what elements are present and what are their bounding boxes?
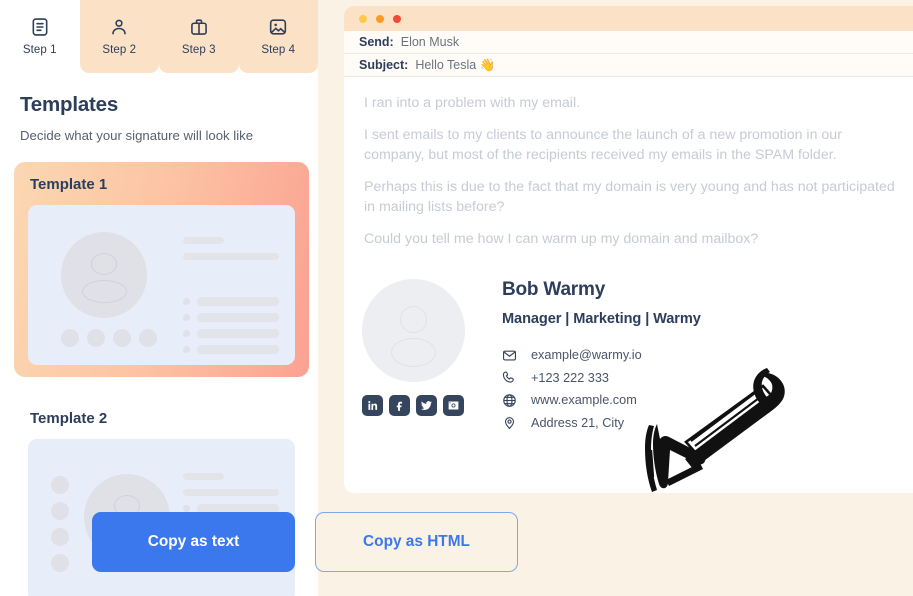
twitter-icon[interactable]: [416, 395, 437, 416]
wireframe-contact-bar: [197, 313, 279, 322]
contact-email[interactable]: example@warmy.io: [502, 344, 701, 367]
action-buttons: Copy as text Copy as HTML: [92, 512, 518, 572]
wireframe-name-bar: [183, 473, 224, 480]
avatar: [362, 279, 465, 382]
contact-website[interactable]: www.example.com: [502, 389, 701, 412]
sidebar: Step 1 Step 2 Step 3 Step 4 Templates De…: [0, 0, 318, 596]
contact-address[interactable]: Address 21, City: [502, 412, 701, 435]
wireframe-social-dot: [51, 528, 69, 546]
facebook-icon[interactable]: [389, 395, 410, 416]
window-dot-orange[interactable]: [376, 14, 384, 23]
step-tab-2[interactable]: Step 2: [79, 0, 159, 73]
app-root: Step 1 Step 2 Step 3 Step 4 Templates De…: [0, 0, 913, 596]
contact-address-text: Address 21, City: [531, 415, 625, 430]
step-tab-3[interactable]: Step 3: [159, 0, 239, 73]
window-dot-red[interactable]: [393, 14, 401, 23]
preview-panel: Send: Elon Musk Subject: Hello Tesla 👋 I…: [318, 0, 913, 596]
wireframe-name-bar: [183, 237, 224, 244]
template-card-1[interactable]: Template 1: [14, 162, 309, 377]
phone-icon: [502, 370, 517, 385]
window-dot-yellow[interactable]: [359, 14, 367, 23]
email-body: I ran into a problem with my email. I se…: [344, 77, 913, 249]
wireframe-contact-bar: [197, 329, 279, 338]
wireframe-avatar: [61, 232, 147, 318]
wireframe-social-dot: [139, 329, 157, 347]
wireframe-role-bar: [183, 489, 279, 496]
social-links: [362, 395, 474, 416]
signature-left: [362, 279, 474, 434]
template-card-1-label: Template 1: [30, 176, 108, 193]
globe-icon: [502, 393, 517, 408]
step-tab-4-label: Step 4: [261, 44, 296, 56]
email-send-row: Send: Elon Musk: [344, 31, 913, 54]
wireframe-role-bar: [183, 253, 279, 260]
signature-contacts: example@warmy.io +123 222 333 www.exampl…: [502, 344, 701, 434]
image-icon: [268, 17, 288, 37]
step-tab-3-label: Step 3: [181, 44, 216, 56]
wireframe-social-dot: [61, 329, 79, 347]
template-card-2-label: Template 2: [30, 410, 108, 427]
wireframe-bullet: [183, 330, 190, 337]
contact-website-text: www.example.com: [531, 393, 637, 408]
send-value: Elon Musk: [400, 35, 460, 49]
contact-phone[interactable]: +123 222 333: [502, 367, 701, 390]
step-tab-4[interactable]: Step 4: [238, 0, 318, 73]
avatar-body: [391, 338, 436, 367]
step-tab-1-label: Step 1: [22, 44, 57, 56]
signature-name: Bob Warmy: [502, 279, 606, 300]
envelope-icon: [502, 348, 517, 363]
step-tab-1[interactable]: Step 1: [0, 0, 80, 73]
subject-label: Subject:: [359, 58, 409, 72]
signature-right: Bob Warmy Manager | Marketing | Warmy ex…: [502, 279, 701, 434]
wireframe-social-dot: [51, 476, 69, 494]
copy-as-html-button[interactable]: Copy as HTML: [315, 512, 518, 572]
linkedin-icon[interactable]: [362, 395, 383, 416]
step-tabs: Step 1 Step 2 Step 3 Step 4: [0, 0, 318, 73]
wireframe-social-dot: [87, 329, 105, 347]
briefcase-icon: [189, 17, 209, 37]
page-title: Templates: [20, 93, 119, 116]
wireframe-social-dot: [113, 329, 131, 347]
email-paragraph-3: Perhaps this is due to the fact that my …: [364, 179, 895, 215]
wireframe-bullet: [183, 298, 190, 305]
wireframe-contact-bar: [197, 345, 279, 354]
email-paragraph-2: I sent emails to my clients to announce …: [364, 127, 842, 163]
contact-phone-text: +123 222 333: [531, 370, 609, 385]
step-tab-2-label: Step 2: [102, 44, 137, 56]
email-paragraph-4: Could you tell me how I can warm up my d…: [364, 231, 759, 247]
person-icon: [109, 17, 129, 37]
email-paragraph-1: I ran into a problem with my email.: [364, 95, 581, 111]
subject-value: Hello Tesla 👋: [415, 57, 496, 72]
location-pin-icon: [502, 415, 517, 430]
wireframe-social-dot: [51, 554, 69, 572]
avatar-head: [400, 306, 427, 333]
wireframe-bullet: [183, 314, 190, 321]
signature-role: Manager | Marketing | Warmy: [502, 311, 701, 327]
wireframe-avatar-head: [91, 253, 117, 275]
wireframe-bullet: [183, 505, 190, 512]
wireframe-bullet: [183, 346, 190, 353]
contact-email-text: example@warmy.io: [531, 348, 642, 363]
signature-block: Bob Warmy Manager | Marketing | Warmy ex…: [344, 261, 913, 434]
email-subject-row: Subject: Hello Tesla 👋: [344, 54, 913, 77]
email-preview-card: Send: Elon Musk Subject: Hello Tesla 👋 I…: [344, 6, 913, 493]
copy-as-text-button[interactable]: Copy as text: [92, 512, 295, 572]
document-icon: [30, 17, 50, 37]
template-1-preview: [28, 205, 295, 365]
window-titlebar: [344, 6, 913, 31]
wireframe-contact-bar: [197, 297, 279, 306]
wireframe-avatar-body: [82, 280, 127, 303]
page-subtitle: Decide what your signature will look lik…: [20, 128, 254, 143]
instagram-icon[interactable]: [443, 395, 464, 416]
send-label: Send:: [359, 35, 394, 49]
wireframe-social-dot: [51, 502, 69, 520]
